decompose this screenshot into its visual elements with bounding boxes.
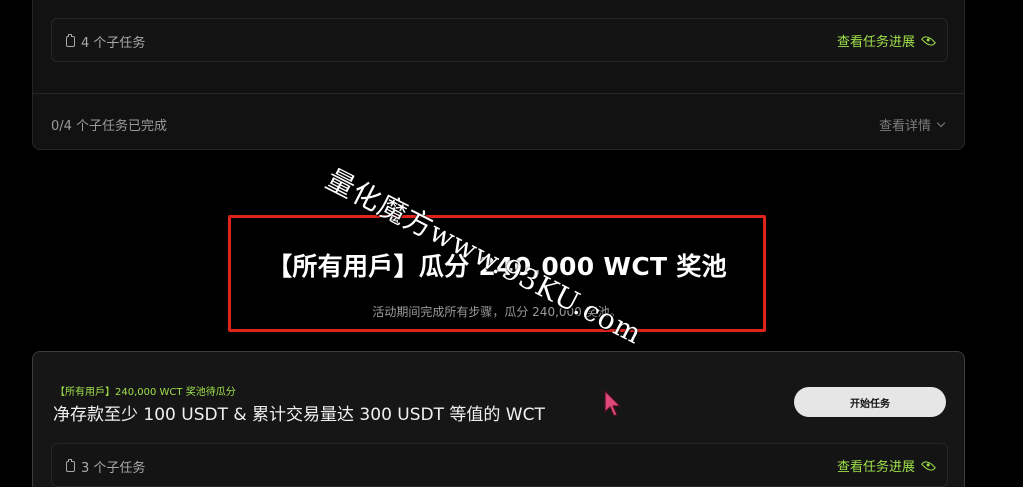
subtask-summary-row: 4 个子任务 查看任务进展: [51, 18, 948, 62]
task-card-deposit: 【所有用戶】240,000 WCT 奖池待瓜分 净存款至少 100 USDT &…: [32, 351, 965, 487]
clipboard-icon: [66, 34, 75, 47]
clipboard-icon: [66, 459, 75, 472]
subtask-count-label: 4 个子任务: [81, 36, 146, 51]
chevron-down-icon[interactable]: [936, 118, 946, 128]
eye-icon[interactable]: [921, 458, 936, 473]
pool-subtitle: 活动期间完成所有步骤，瓜分 240,000 奖池。: [372, 305, 622, 319]
view-details-link[interactable]: 查看详情: [879, 115, 946, 134]
pool-title: 【所有用戶】瓜分 240,000 WCT 奖池: [267, 252, 727, 281]
task-card-top: 4 个子任务 查看任务进展 0/4 个子任务已完成 查看详情: [32, 0, 965, 150]
page: 4 个子任务 查看任务进展 0/4 个子任务已完成 查看详情 【所有用戶】瓜分 …: [0, 0, 1023, 487]
task-title: 净存款至少 100 USDT & 累计交易量达 300 USDT 等值的 WCT: [53, 405, 545, 425]
completion-progress: 0/4 个子任务已完成: [51, 119, 168, 134]
view-progress-link[interactable]: 查看任务进展: [837, 31, 936, 50]
subtask-count-label: 3 个子任务: [81, 461, 146, 476]
pool-heading-highlight: 【所有用戶】瓜分 240,000 WCT 奖池 活动期间完成所有步骤，瓜分 24…: [228, 215, 766, 332]
task-tag: 【所有用戶】240,000 WCT 奖池待瓜分: [55, 387, 236, 398]
eye-icon[interactable]: [921, 33, 936, 48]
view-progress-link[interactable]: 查看任务进展: [837, 456, 936, 475]
card-divider: [33, 93, 964, 94]
start-task-button[interactable]: 开始任务: [794, 387, 946, 417]
view-progress-label[interactable]: 查看任务进展: [837, 456, 915, 475]
subtask-summary-row: 3 个子任务 查看任务进展: [51, 443, 948, 487]
view-progress-label[interactable]: 查看任务进展: [837, 31, 915, 50]
subtask-count: 3 个子任务: [66, 457, 145, 476]
subtask-count: 4 个子任务: [66, 32, 145, 51]
view-details-label[interactable]: 查看详情: [879, 115, 931, 134]
